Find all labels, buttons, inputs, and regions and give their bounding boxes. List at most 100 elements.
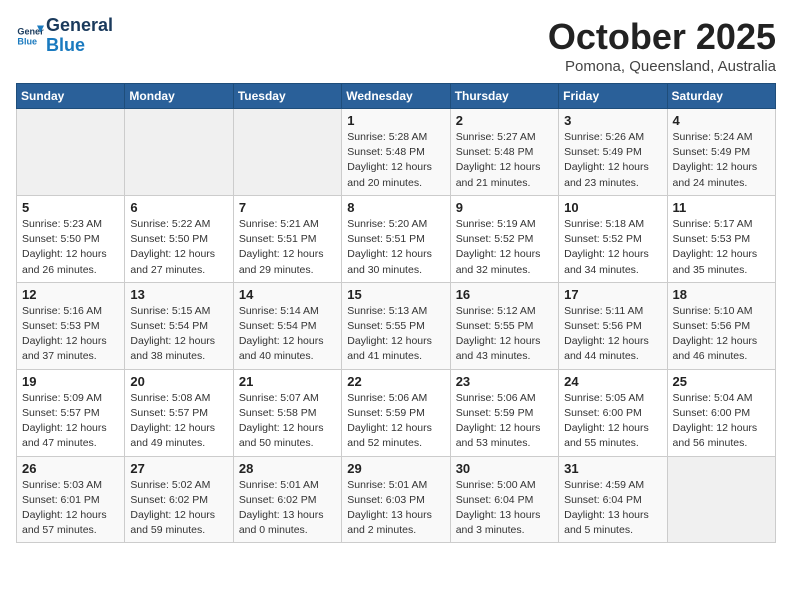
calendar-cell: 27 Sunrise: 5:02 AM Sunset: 6:02 PM Dayli… [125,456,233,543]
day-number: 3 [564,113,661,128]
weekday-header-thursday: Thursday [450,84,558,109]
day-number: 26 [22,461,119,476]
calendar-cell: 4 Sunrise: 5:24 AM Sunset: 5:49 PM Daylig… [667,109,775,196]
calendar-cell: 9 Sunrise: 5:19 AM Sunset: 5:52 PM Daylig… [450,195,558,282]
calendar-cell: 20Sunrise: 5:08 AM Sunset: 5:57 PM Dayli… [125,369,233,456]
day-number: 1 [347,113,444,128]
day-info: Sunrise: 5:06 AM Sunset: 5:59 PM Dayligh… [347,391,444,452]
weekday-header-sunday: Sunday [17,84,125,109]
logo-icon: General Blue [16,22,44,50]
calendar-cell: 22 Sunrise: 5:06 AM Sunset: 5:59 PM Dayli… [342,369,450,456]
calendar-cell: 30 Sunrise: 5:00 AM Sunset: 6:04 PM Dayli… [450,456,558,543]
day-number: 19 [22,374,119,389]
weekday-header-tuesday: Tuesday [233,84,341,109]
logo-text: General Blue [46,16,113,56]
day-info: Sunrise: 5:07 AM Sunset: 5:58 PM Dayligh… [239,391,336,452]
day-info: Sunrise: 5:01 AM Sunset: 6:03 PM Dayligh… [347,478,444,539]
calendar-cell: 28 Sunrise: 5:01 AM Sunset: 6:02 PM Dayli… [233,456,341,543]
day-number: 25 [673,374,770,389]
day-number: 10 [564,200,661,215]
calendar-cell: 17Sunrise: 5:11 AM Sunset: 5:56 PM Dayli… [559,282,667,369]
day-info: Sunrise: 5:24 AM Sunset: 5:49 PM Dayligh… [673,130,770,191]
day-info: Sunrise: 5:08 AM Sunset: 5:57 PM Dayligh… [130,391,227,452]
calendar-cell: 31 Sunrise: 4:59 AM Sunset: 6:04 PM Dayli… [559,456,667,543]
calendar-cell: 16 Sunrise: 5:12 AM Sunset: 5:55 PM Dayli… [450,282,558,369]
day-number: 16 [456,287,553,302]
day-info: Sunrise: 5:20 AM Sunset: 5:51 PM Dayligh… [347,217,444,278]
calendar-cell: 5 Sunrise: 5:23 AM Sunset: 5:50 PM Daylig… [17,195,125,282]
day-info: Sunrise: 5:12 AM Sunset: 5:55 PM Dayligh… [456,304,553,365]
calendar-title: October 2025 [548,16,776,58]
calendar-cell: 14Sunrise: 5:14 AM Sunset: 5:54 PM Dayli… [233,282,341,369]
calendar-cell: 3 Sunrise: 5:26 AM Sunset: 5:49 PM Daylig… [559,109,667,196]
day-info: Sunrise: 5:06 AM Sunset: 5:59 PM Dayligh… [456,391,553,452]
day-number: 21 [239,374,336,389]
calendar-cell [233,109,341,196]
calendar-subtitle: Pomona, Queensland, Australia [548,58,776,75]
day-number: 27 [130,461,227,476]
day-info: Sunrise: 4:59 AM Sunset: 6:04 PM Dayligh… [564,478,661,539]
day-info: Sunrise: 5:03 AM Sunset: 6:01 PM Dayligh… [22,478,119,539]
weekday-header-saturday: Saturday [667,84,775,109]
day-number: 15 [347,287,444,302]
day-info: Sunrise: 5:17 AM Sunset: 5:53 PM Dayligh… [673,217,770,278]
day-number: 5 [22,200,119,215]
day-info: Sunrise: 5:18 AM Sunset: 5:52 PM Dayligh… [564,217,661,278]
weekday-header-monday: Monday [125,84,233,109]
day-number: 24 [564,374,661,389]
weekday-header-row: SundayMondayTuesdayWednesdayThursdayFrid… [17,84,776,109]
day-number: 23 [456,374,553,389]
day-number: 18 [673,287,770,302]
day-info: Sunrise: 5:22 AM Sunset: 5:50 PM Dayligh… [130,217,227,278]
calendar-cell: 6 Sunrise: 5:22 AM Sunset: 5:50 PM Daylig… [125,195,233,282]
day-number: 8 [347,200,444,215]
weekday-header-wednesday: Wednesday [342,84,450,109]
calendar-table: SundayMondayTuesdayWednesdayThursdayFrid… [16,83,776,543]
day-number: 22 [347,374,444,389]
day-info: Sunrise: 5:26 AM Sunset: 5:49 PM Dayligh… [564,130,661,191]
day-number: 14 [239,287,336,302]
day-number: 12 [22,287,119,302]
calendar-cell: 18 Sunrise: 5:10 AM Sunset: 5:56 PM Dayli… [667,282,775,369]
day-number: 30 [456,461,553,476]
day-number: 31 [564,461,661,476]
day-info: Sunrise: 5:23 AM Sunset: 5:50 PM Dayligh… [22,217,119,278]
calendar-cell: 10 Sunrise: 5:18 AM Sunset: 5:52 PM Dayli… [559,195,667,282]
calendar-cell [17,109,125,196]
calendar-cell: 1 Sunrise: 5:28 AM Sunset: 5:48 PM Daylig… [342,109,450,196]
day-info: Sunrise: 5:11 AM Sunset: 5:56 PM Dayligh… [564,304,661,365]
day-info: Sunrise: 5:27 AM Sunset: 5:48 PM Dayligh… [456,130,553,191]
day-info: Sunrise: 5:04 AM Sunset: 6:00 PM Dayligh… [673,391,770,452]
day-number: 29 [347,461,444,476]
day-number: 9 [456,200,553,215]
day-info: Sunrise: 5:10 AM Sunset: 5:56 PM Dayligh… [673,304,770,365]
calendar-cell: 2Sunrise: 5:27 AM Sunset: 5:48 PM Daylig… [450,109,558,196]
svg-text:Blue: Blue [17,36,37,46]
day-number: 11 [673,200,770,215]
day-number: 6 [130,200,227,215]
day-number: 28 [239,461,336,476]
day-info: Sunrise: 5:00 AM Sunset: 6:04 PM Dayligh… [456,478,553,539]
week-row-2: 5 Sunrise: 5:23 AM Sunset: 5:50 PM Daylig… [17,195,776,282]
day-info: Sunrise: 5:01 AM Sunset: 6:02 PM Dayligh… [239,478,336,539]
calendar-cell: 8 Sunrise: 5:20 AM Sunset: 5:51 PM Daylig… [342,195,450,282]
calendar-cell: 21 Sunrise: 5:07 AM Sunset: 5:58 PM Dayli… [233,369,341,456]
day-info: Sunrise: 5:15 AM Sunset: 5:54 PM Dayligh… [130,304,227,365]
calendar-cell [667,456,775,543]
logo: General Blue General Blue [16,16,113,56]
day-number: 4 [673,113,770,128]
calendar-cell [125,109,233,196]
day-number: 13 [130,287,227,302]
calendar-cell: 29 Sunrise: 5:01 AM Sunset: 6:03 PM Dayli… [342,456,450,543]
page-header: General Blue General Blue October 2025 P… [16,16,776,75]
calendar-cell: 19Sunrise: 5:09 AM Sunset: 5:57 PM Dayli… [17,369,125,456]
calendar-cell: 23 Sunrise: 5:06 AM Sunset: 5:59 PM Dayli… [450,369,558,456]
day-number: 7 [239,200,336,215]
calendar-cell: 13 Sunrise: 5:15 AM Sunset: 5:54 PM Dayli… [125,282,233,369]
day-info: Sunrise: 5:13 AM Sunset: 5:55 PM Dayligh… [347,304,444,365]
week-row-3: 12Sunrise: 5:16 AM Sunset: 5:53 PM Dayli… [17,282,776,369]
day-info: Sunrise: 5:02 AM Sunset: 6:02 PM Dayligh… [130,478,227,539]
day-info: Sunrise: 5:19 AM Sunset: 5:52 PM Dayligh… [456,217,553,278]
calendar-cell: 15 Sunrise: 5:13 AM Sunset: 5:55 PM Dayli… [342,282,450,369]
day-info: Sunrise: 5:28 AM Sunset: 5:48 PM Dayligh… [347,130,444,191]
